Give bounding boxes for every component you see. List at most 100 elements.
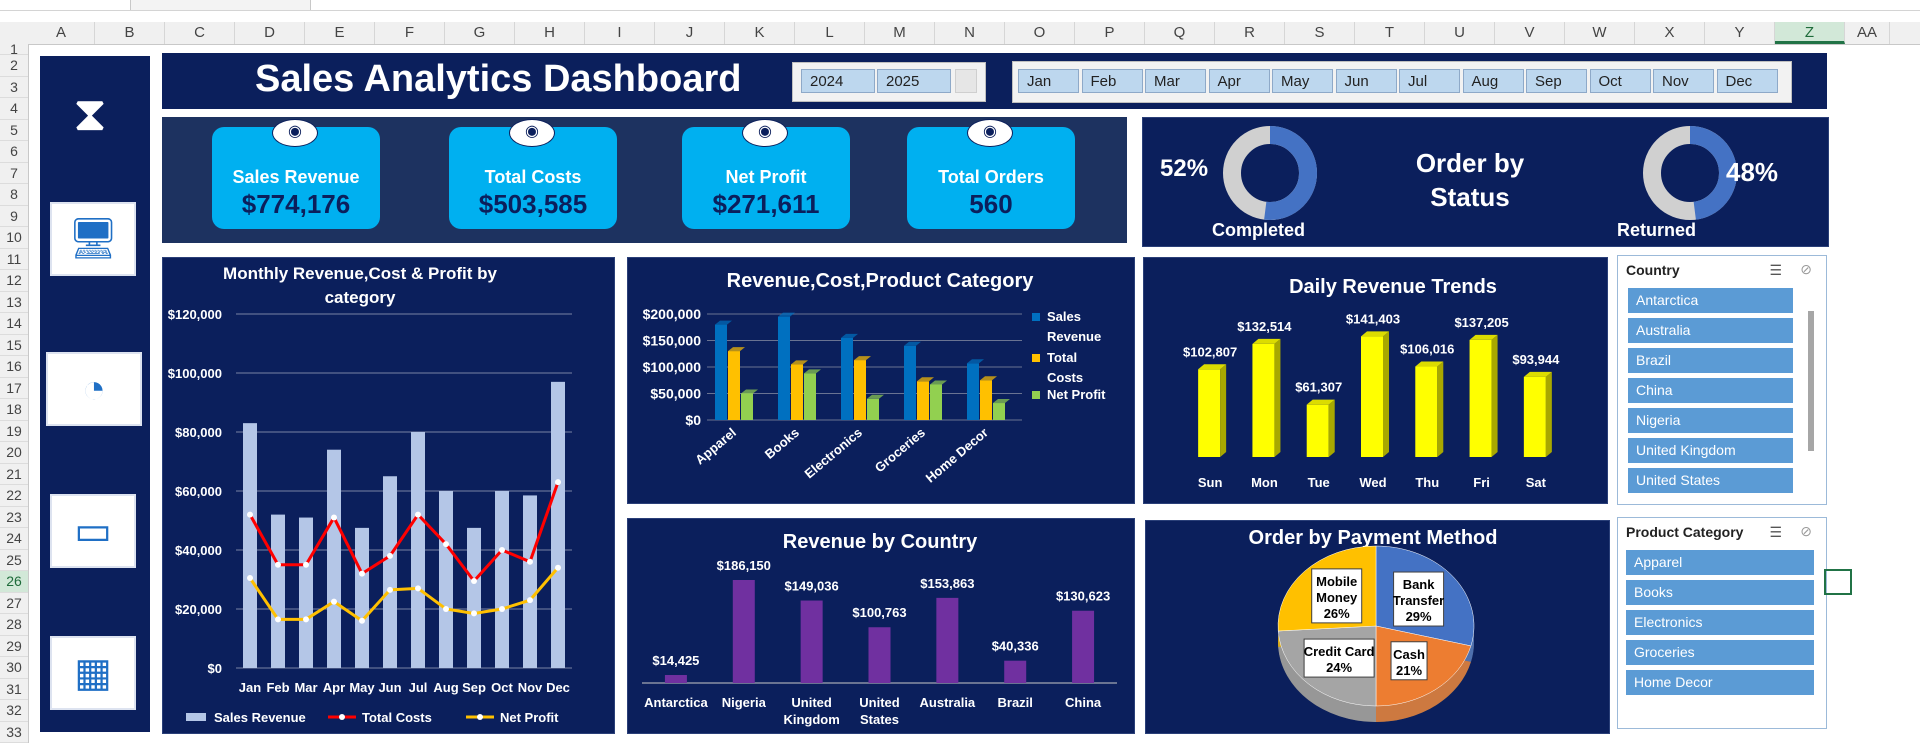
row-header[interactable]: 25 (0, 550, 28, 571)
month-nov[interactable]: Nov (1653, 69, 1714, 93)
month-may[interactable]: May (1272, 69, 1333, 93)
column-header[interactable]: D (235, 22, 305, 44)
clear-filter-icon[interactable]: ⊘ (1800, 523, 1812, 540)
formula-input[interactable] (310, 0, 1920, 10)
country-item[interactable]: United States (1628, 468, 1793, 493)
row-header[interactable]: 33 (0, 722, 28, 743)
column-header[interactable]: B (95, 22, 165, 44)
column-header[interactable]: Z (1775, 22, 1845, 44)
row-header[interactable]: 31 (0, 679, 28, 700)
month-mar[interactable]: Mar (1145, 69, 1206, 93)
column-header[interactable]: F (375, 22, 445, 44)
row-header[interactable]: 13 (0, 292, 28, 313)
row-header[interactable]: 23 (0, 507, 28, 528)
column-header[interactable]: X (1635, 22, 1705, 44)
year-slicer-scroll[interactable] (955, 69, 977, 93)
year-2025[interactable]: 2025 (877, 69, 951, 93)
column-header[interactable]: V (1495, 22, 1565, 44)
country-item[interactable]: Nigeria (1628, 408, 1793, 433)
column-header[interactable]: Y (1705, 22, 1775, 44)
column-header[interactable]: K (725, 22, 795, 44)
row-header[interactable]: 18 (0, 399, 28, 421)
country-item[interactable]: Antarctica (1628, 288, 1793, 313)
row-header[interactable]: 3 (0, 77, 28, 98)
row-header[interactable]: 7 (0, 163, 28, 184)
row-header[interactable]: 27 (0, 593, 28, 614)
country-item[interactable]: United Kingdom (1628, 438, 1793, 463)
country-item[interactable]: Brazil (1628, 348, 1793, 373)
month-aug[interactable]: Aug (1462, 69, 1524, 93)
column-header[interactable]: N (935, 22, 1005, 44)
column-header[interactable]: I (585, 22, 655, 44)
month-oct[interactable]: Oct (1589, 69, 1651, 93)
category-item[interactable]: Books (1626, 580, 1814, 605)
row-header[interactable]: 19 (0, 421, 28, 442)
selected-cell[interactable] (1824, 569, 1852, 595)
column-header[interactable]: S (1285, 22, 1355, 44)
month-feb[interactable]: Feb (1081, 69, 1143, 93)
row-header[interactable]: 24 (0, 528, 28, 550)
window-icon[interactable]: ▭ (50, 494, 136, 568)
column-header[interactable]: H (515, 22, 585, 44)
column-header[interactable]: U (1425, 22, 1495, 44)
category-item[interactable]: Home Decor (1626, 670, 1814, 695)
column-header[interactable]: J (655, 22, 725, 44)
row-header[interactable]: 4 (0, 98, 28, 120)
row-header[interactable]: 1 (0, 42, 28, 56)
monitor-chart-icon[interactable]: 🖥 (50, 202, 136, 276)
row-header[interactable]: 12 (0, 270, 28, 292)
row-header[interactable]: 30 (0, 657, 28, 679)
row-header[interactable]: 9 (0, 206, 28, 227)
multi-select-icon[interactable]: ☰ (1769, 524, 1782, 541)
row-header[interactable]: 5 (0, 120, 28, 141)
database-table-icon[interactable]: ▦ (50, 636, 136, 710)
column-header[interactable]: O (1005, 22, 1075, 44)
column-header[interactable]: G (445, 22, 515, 44)
column-header[interactable]: L (795, 22, 865, 44)
country-slicer-scrollbar[interactable] (1808, 311, 1814, 451)
column-header[interactable]: R (1215, 22, 1285, 44)
country-item[interactable]: China (1628, 378, 1793, 403)
hourglass-icon[interactable]: ⧗ (60, 85, 120, 145)
month-jun[interactable]: Jun (1335, 69, 1397, 93)
row-header[interactable]: 32 (0, 700, 28, 722)
row-header[interactable]: 28 (0, 614, 28, 636)
row-header[interactable]: 29 (0, 636, 28, 657)
column-header[interactable]: P (1075, 22, 1145, 44)
year-2024[interactable]: 2024 (801, 69, 875, 93)
column-header[interactable]: AA (1845, 22, 1890, 44)
category-item[interactable]: Apparel (1626, 550, 1814, 575)
row-header[interactable]: 6 (0, 141, 28, 163)
row-header[interactable]: 17 (0, 378, 28, 399)
row-header[interactable]: 20 (0, 442, 28, 464)
clear-filter-icon[interactable]: ⊘ (1800, 261, 1812, 278)
column-header[interactable]: E (305, 22, 375, 44)
column-header[interactable]: A (28, 22, 95, 44)
category-item[interactable]: Electronics (1626, 610, 1814, 635)
row-header[interactable]: 8 (0, 184, 28, 206)
month-jan[interactable]: Jan (1018, 69, 1079, 93)
row-header[interactable]: 26 (0, 571, 28, 593)
row-header[interactable]: 22 (0, 485, 28, 507)
multi-select-icon[interactable]: ☰ (1769, 262, 1782, 279)
column-header[interactable]: C (165, 22, 235, 44)
country-item[interactable]: Australia (1628, 318, 1793, 343)
column-header[interactable]: T (1355, 22, 1425, 44)
row-header[interactable]: 21 (0, 464, 28, 485)
row-header[interactable]: 2 (0, 55, 28, 77)
pie-chart-icon[interactable]: ◔ (46, 352, 142, 426)
column-header[interactable]: M (865, 22, 935, 44)
name-box[interactable] (0, 0, 131, 10)
column-header[interactable]: Q (1145, 22, 1215, 44)
month-jul[interactable]: Jul (1399, 69, 1460, 93)
row-header[interactable]: 10 (0, 227, 28, 249)
row-header[interactable]: 14 (0, 313, 28, 335)
row-header[interactable]: 15 (0, 335, 28, 356)
month-sep[interactable]: Sep (1526, 69, 1587, 93)
month-dec[interactable]: Dec (1716, 69, 1778, 93)
column-header[interactable]: W (1565, 22, 1635, 44)
row-header[interactable]: 16 (0, 356, 28, 378)
category-item[interactable]: Groceries (1626, 640, 1814, 665)
month-apr[interactable]: Apr (1208, 69, 1270, 93)
row-header[interactable]: 11 (0, 249, 28, 270)
